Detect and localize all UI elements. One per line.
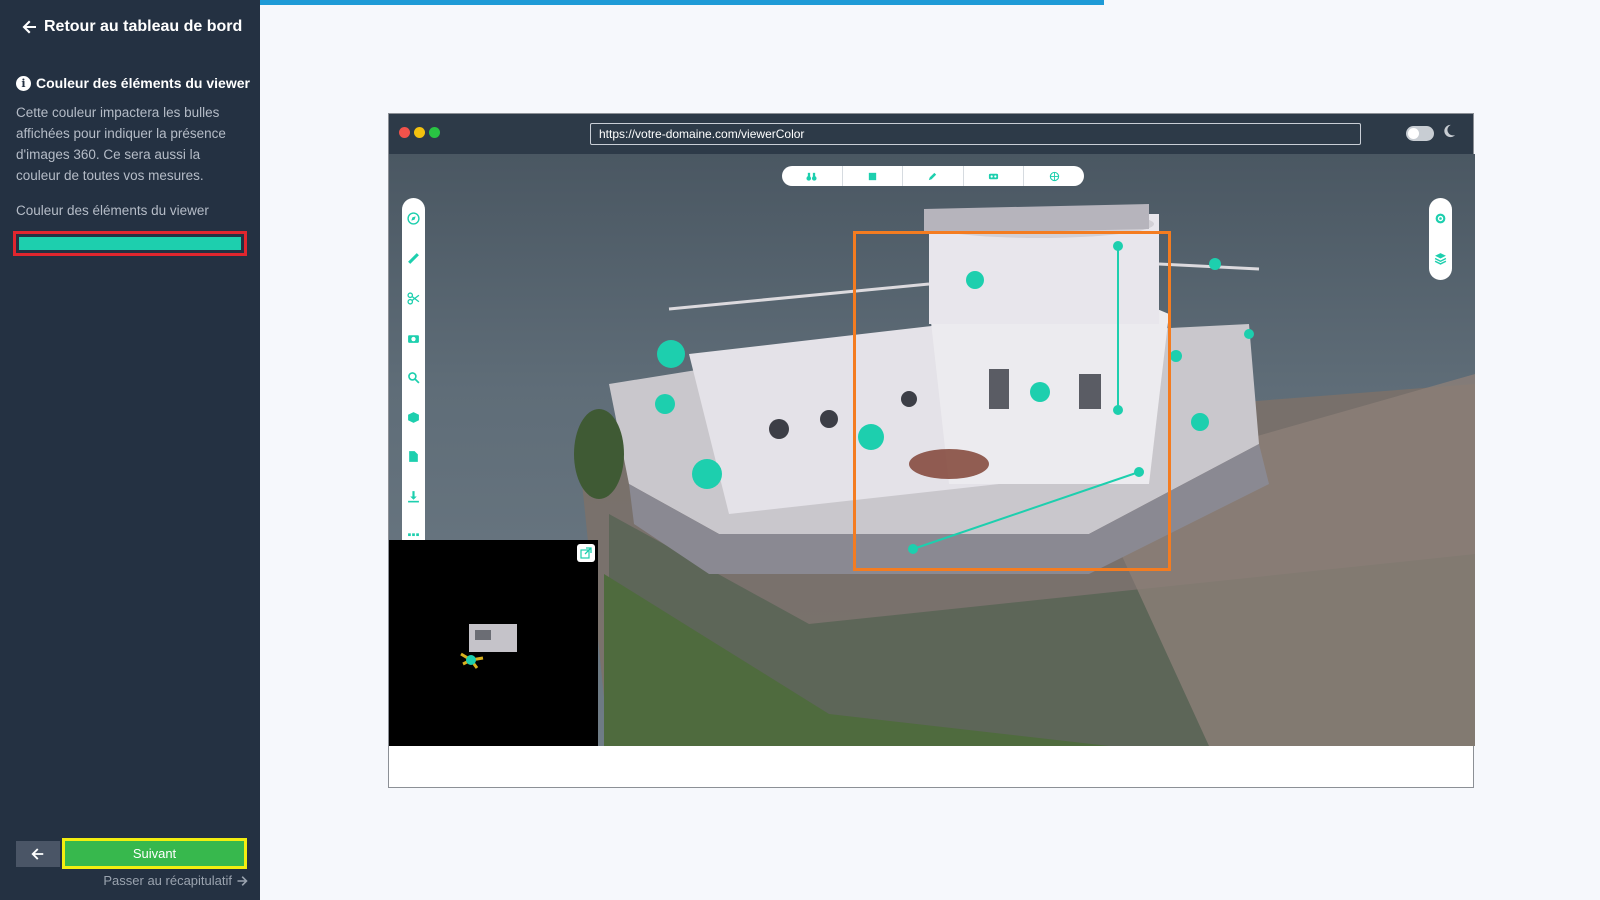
vr-headset-icon [988,173,999,179]
address-bar: https://votre-domaine.com/viewerColor [590,123,1361,145]
cube-icon[interactable] [407,411,420,424]
color-field-label: Couleur des éléments du viewer [16,203,209,218]
ruler-icon[interactable] [407,252,420,265]
tool-globe[interactable] [1024,166,1084,186]
next-button[interactable]: Suivant [62,838,247,869]
arrow-right-icon [237,875,248,886]
external-link-icon [580,547,592,559]
progress-fill [260,0,1105,5]
skip-link-label: Passer au récapitulatif [103,873,232,888]
binoculars-icon [806,172,817,181]
3d-viewer-canvas[interactable] [389,154,1475,746]
info-icon: i [16,75,31,91]
download-icon[interactable] [407,490,420,503]
section-description: Cette couleur impactera les bulles affic… [16,105,226,183]
window-close-dot [399,127,410,138]
globe-icon [1049,171,1059,181]
search-icon[interactable] [407,371,420,384]
layers-icon[interactable] [1434,252,1447,265]
tool-square[interactable] [843,166,904,186]
minimap[interactable] [389,540,598,746]
window-minimize-dot [414,127,425,138]
back-link-label: Retour au tableau de bord [44,18,243,35]
section-title: i Couleur des éléments du viewer [16,75,250,91]
moon-icon [1444,124,1456,138]
settings-icon[interactable] [1434,212,1447,225]
color-swatch [19,237,241,250]
wizard-progress-bar [260,0,1600,5]
viewer-right-toolbar [1429,198,1452,280]
viewer-top-toolbar [782,166,1084,186]
sidebar: Retour au tableau de bord i Couleur des … [0,0,260,900]
back-to-dashboard-link[interactable]: Retour au tableau de bord [22,18,242,36]
minimap-plan [460,624,517,669]
viewer-preview-window: https://votre-domaine.com/viewerColor [388,113,1475,788]
arrow-left-icon [22,20,36,34]
step-navigation: Suivant [16,838,247,869]
pencil-icon [929,172,937,180]
file-icon[interactable] [407,450,420,463]
previous-button[interactable] [16,840,60,867]
theme-toggle[interactable] [1406,126,1434,141]
tool-vr[interactable] [964,166,1025,186]
camera-icon[interactable] [407,332,420,345]
browser-bar: https://votre-domaine.com/viewerColor [389,114,1473,154]
section-title-text: Couleur des éléments du viewer [36,75,250,91]
tool-binoculars[interactable] [782,166,843,186]
compass-icon[interactable] [407,212,420,225]
viewer-left-toolbar [402,198,425,560]
window-maximize-dot [429,127,440,138]
square-icon [868,172,877,180]
minimap-expand-button[interactable] [577,544,595,562]
viewer-color-picker[interactable] [13,231,247,256]
scissors-icon[interactable] [407,292,420,305]
tool-pencil[interactable] [903,166,964,186]
skip-to-summary-link[interactable]: Passer au récapitulatif [103,873,248,888]
arrow-left-icon [31,847,44,860]
